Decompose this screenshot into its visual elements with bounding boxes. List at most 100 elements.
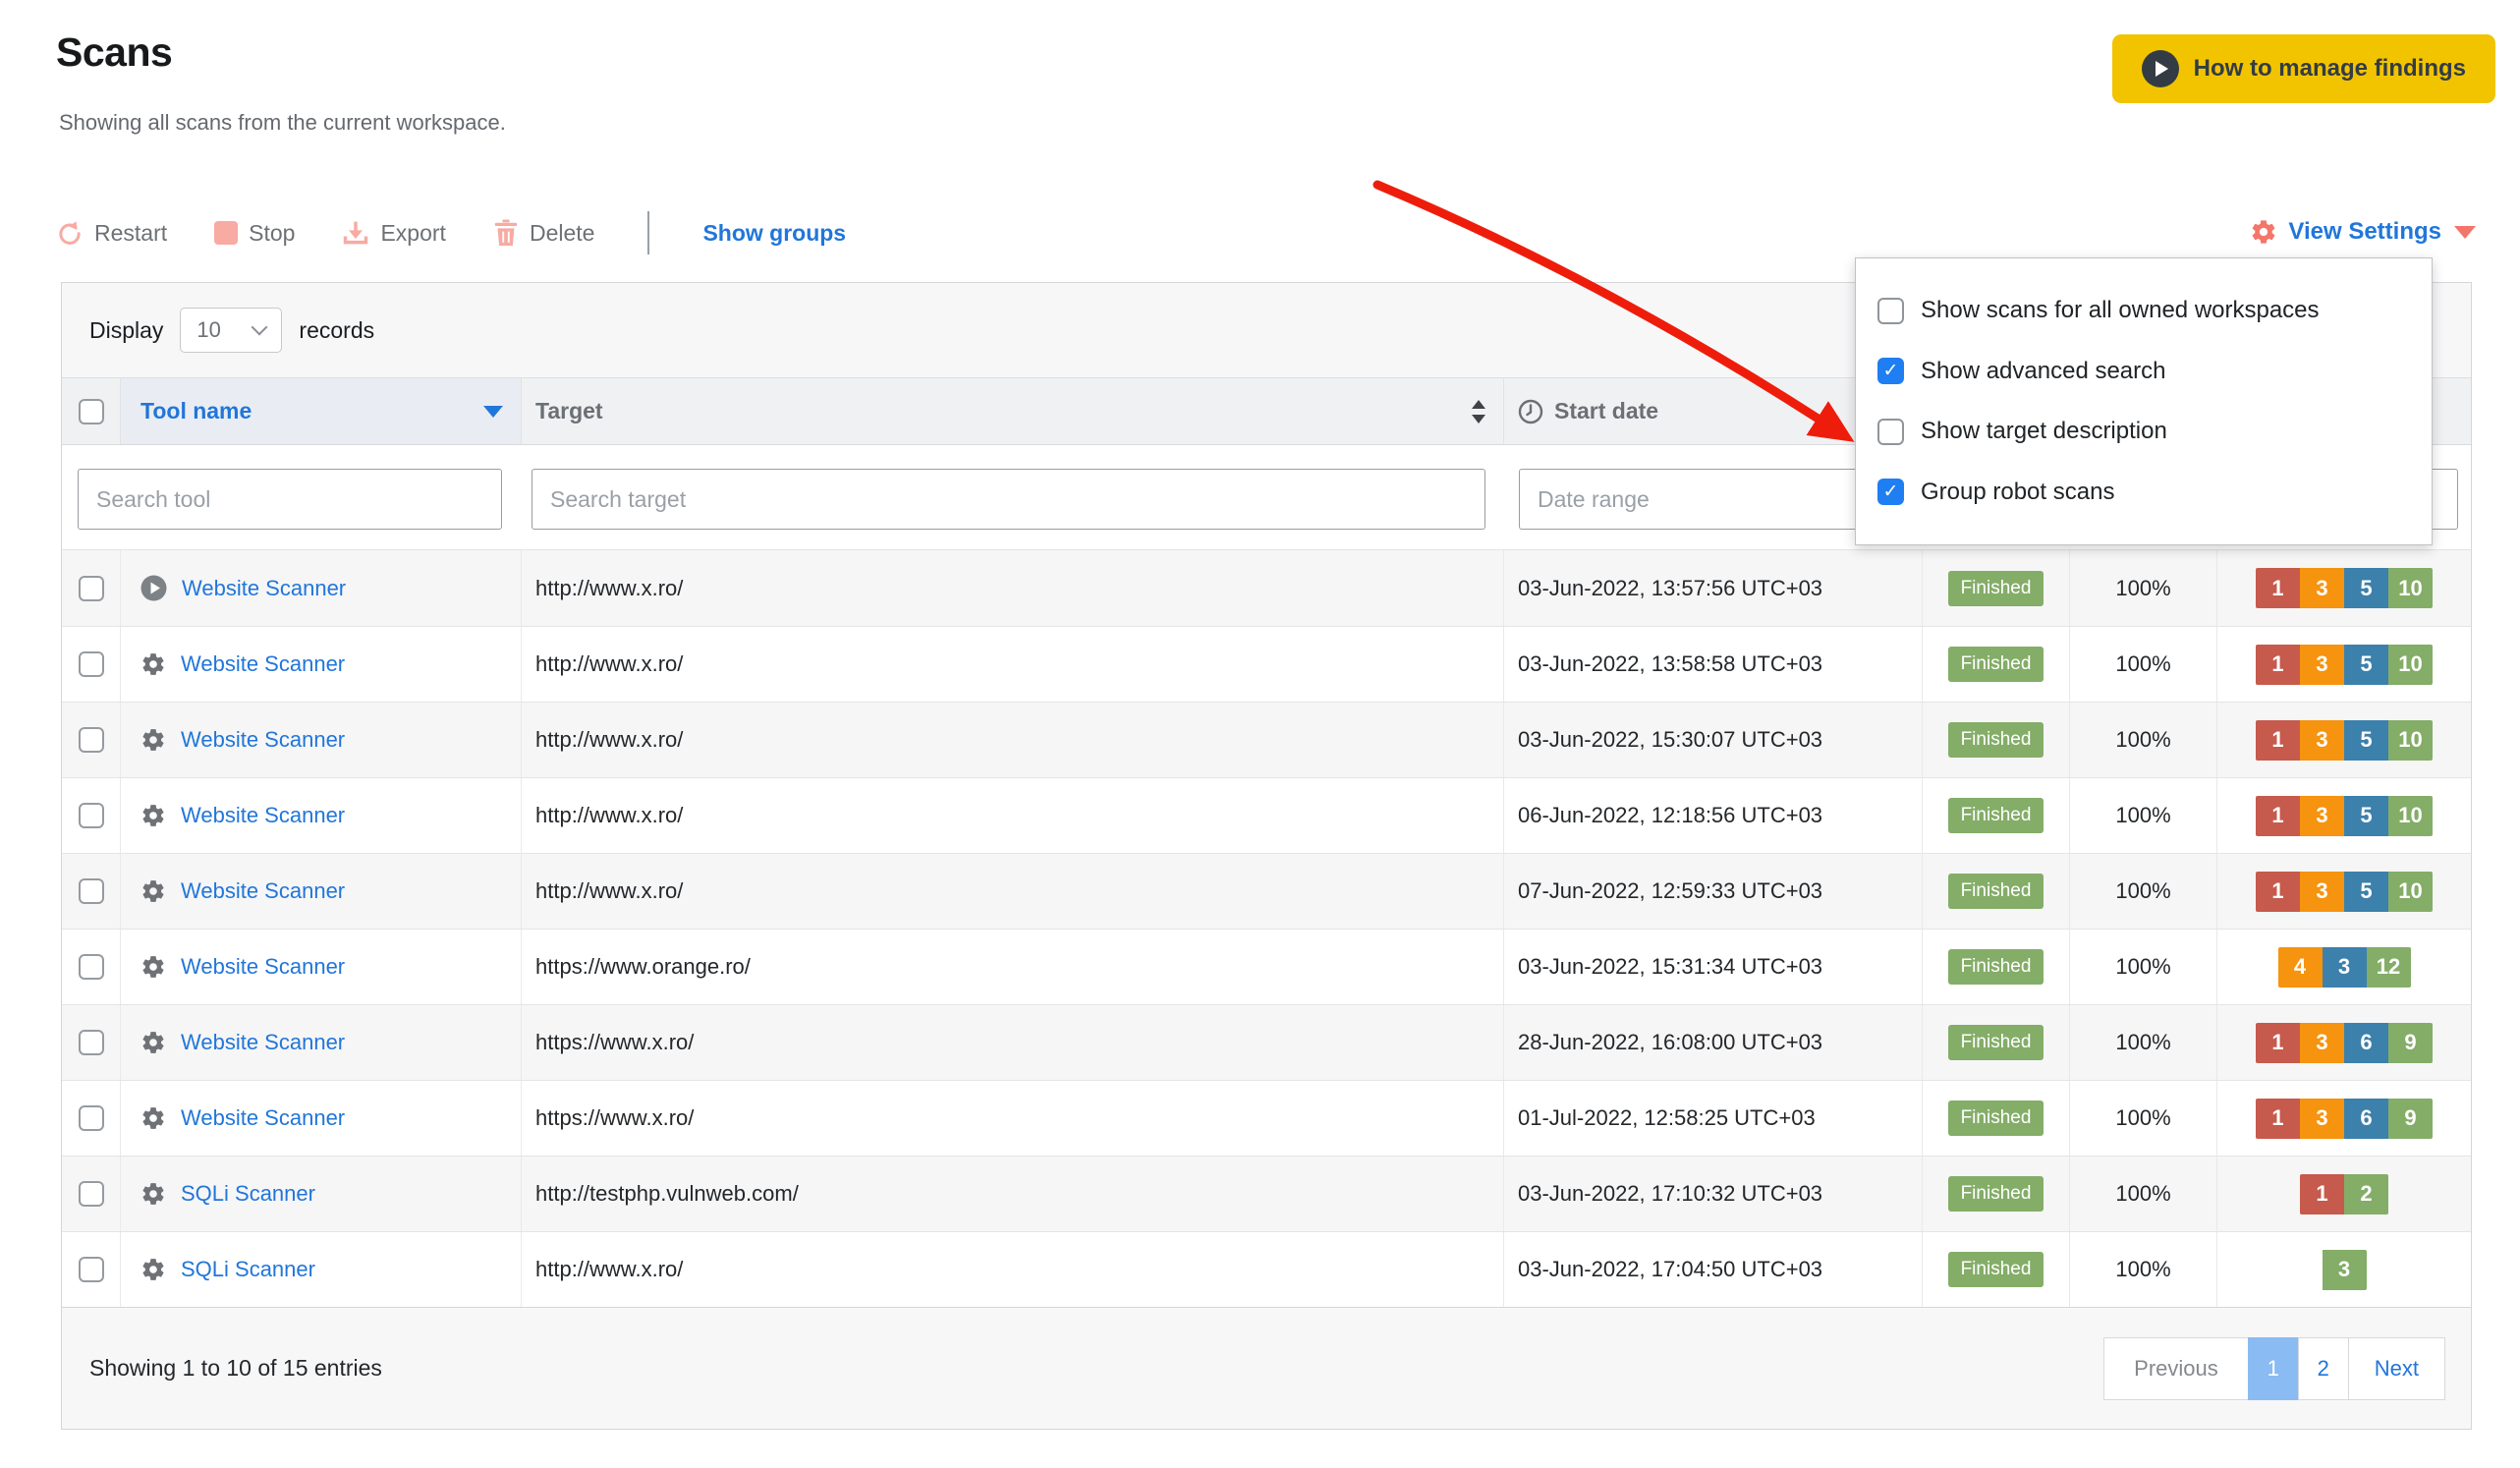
stop-button[interactable]: Stop <box>214 220 295 247</box>
findings-badges[interactable]: 3 <box>2322 1249 2367 1290</box>
pagination-next-button[interactable]: Next <box>2347 1336 2445 1400</box>
findings-badges[interactable]: 1 3 5 10 <box>2256 568 2433 608</box>
row-checkbox[interactable] <box>78 1257 104 1282</box>
tool-name-link[interactable]: Website Scanner <box>181 1030 345 1055</box>
tool-name-link[interactable]: Website Scanner <box>182 576 346 601</box>
select-all-checkbox[interactable] <box>78 398 104 424</box>
start-date-text: 28-Jun-2022, 16:08:00 UTC+03 <box>1518 1030 1823 1054</box>
clock-icon <box>1518 399 1543 423</box>
status-badge: Finished <box>1947 1101 2044 1136</box>
tool-name-link[interactable]: Website Scanner <box>181 803 345 828</box>
how-to-manage-findings-button[interactable]: How to manage findings <box>2111 34 2495 103</box>
play-circle-icon <box>140 575 167 601</box>
tool-name-link[interactable]: Website Scanner <box>181 651 345 677</box>
gear-icon <box>142 956 164 978</box>
findings-badges[interactable]: 12 <box>2300 1173 2388 1214</box>
gear-icon <box>142 1032 164 1053</box>
table-footer: Showing 1 to 10 of 15 entries Previous 1… <box>62 1307 2471 1429</box>
findings-badges[interactable]: 1 3 5 10 <box>2256 644 2433 685</box>
progress-text: 100% <box>2115 1181 2171 1206</box>
pagination-page-button-2[interactable]: 2 <box>2297 1336 2349 1400</box>
column-header-tool-name[interactable]: Tool name <box>121 378 522 444</box>
display-label: Display <box>89 316 164 343</box>
target-text: http://www.x.ro/ <box>535 803 684 827</box>
scans-page: Scans Showing all scans from the current… <box>0 0 2520 1468</box>
view-settings-button[interactable]: View Settings <box>2250 218 2476 246</box>
progress-text: 100% <box>2115 803 2171 827</box>
target-text: http://www.x.ro/ <box>535 727 684 752</box>
play-icon <box>2141 50 2179 87</box>
finding-count-badge-red: 1 <box>2256 871 2300 912</box>
stop-label: Stop <box>249 219 296 246</box>
row-checkbox[interactable] <box>78 727 104 753</box>
sort-both-icon <box>1472 399 1485 423</box>
menu-checkbox[interactable] <box>1877 418 1904 445</box>
findings-badges[interactable]: 1 3 5 10 <box>2256 795 2433 836</box>
findings-badges[interactable]: 1 3 5 10 <box>2256 871 2433 912</box>
table-row: Website Scanner http://www.x.ro/ 06-Jun-… <box>62 777 2471 853</box>
findings-badges[interactable]: 1369 <box>2256 1098 2433 1139</box>
progress-text: 100% <box>2115 1030 2171 1054</box>
progress-text: 100% <box>2115 1257 2171 1281</box>
export-button[interactable]: Export <box>342 219 446 247</box>
finding-count-badge-green: 10 <box>2388 719 2433 761</box>
row-checkbox[interactable] <box>78 1105 104 1131</box>
delete-button[interactable]: Delete <box>493 219 594 247</box>
tool-name-link[interactable]: Website Scanner <box>181 954 345 980</box>
page-size-value: 10 <box>196 317 221 342</box>
menu-checkbox[interactable]: ✓ <box>1877 358 1904 385</box>
row-checkbox[interactable] <box>78 878 104 904</box>
entries-summary: Showing 1 to 10 of 15 entries <box>89 1355 382 1381</box>
view-settings-dropdown: Show scans for all owned workspaces ✓ Sh… <box>1855 257 2433 545</box>
row-checkbox[interactable] <box>78 954 104 980</box>
pagination-page-button-1[interactable]: 1 <box>2247 1336 2299 1400</box>
start-date-header-label: Start date <box>1554 398 1659 423</box>
finding-count-badge-orange: 4 <box>2277 946 2323 988</box>
page-size-select[interactable]: 10 <box>180 308 283 353</box>
progress-text: 100% <box>2115 954 2171 979</box>
menu-checkbox[interactable]: ✓ <box>1877 479 1904 506</box>
chevron-down-icon <box>251 318 268 336</box>
row-checkbox[interactable] <box>78 651 104 677</box>
column-header-target[interactable]: Target <box>522 378 1504 444</box>
view-settings-label: View Settings <box>2288 218 2441 245</box>
tool-name-link[interactable]: Website Scanner <box>181 727 345 753</box>
findings-badges[interactable]: 1369 <box>2256 1022 2433 1063</box>
findings-badges[interactable]: 1 3 5 10 <box>2256 719 2433 761</box>
status-badge: Finished <box>1947 1252 2044 1287</box>
finding-count-badge-blue: 5 <box>2344 719 2388 761</box>
start-date-text: 01-Jul-2022, 12:58:25 UTC+03 <box>1518 1105 1816 1130</box>
tool-name-link[interactable]: Website Scanner <box>181 1105 345 1131</box>
target-text: http://testphp.vulnweb.com/ <box>535 1181 799 1206</box>
findings-badges[interactable]: 4 3 12 <box>2277 946 2411 988</box>
view-settings-menu-item[interactable]: ✓ Group robot scans <box>1856 479 2432 506</box>
show-groups-link[interactable]: Show groups <box>702 220 846 247</box>
start-date-text: 03-Jun-2022, 17:04:50 UTC+03 <box>1518 1257 1823 1281</box>
target-text: https://www.x.ro/ <box>535 1030 695 1054</box>
row-checkbox[interactable] <box>78 1181 104 1207</box>
pagination-previous-button[interactable]: Previous <box>2103 1336 2249 1400</box>
finding-count-badge-red: 1 <box>2256 1098 2300 1139</box>
search-tool-input[interactable] <box>78 469 502 530</box>
row-checkbox[interactable] <box>78 1030 104 1055</box>
tool-name-link[interactable]: Website Scanner <box>181 878 345 904</box>
finding-count-badge-blue: 5 <box>2344 795 2388 836</box>
row-checkbox[interactable] <box>78 803 104 828</box>
menu-checkbox[interactable] <box>1877 297 1904 324</box>
view-settings-menu-item[interactable]: Show scans for all owned workspaces <box>1856 297 2432 324</box>
tool-name-link[interactable]: SQLi Scanner <box>181 1181 315 1207</box>
date-range-input[interactable] <box>1519 469 1908 530</box>
search-target-input[interactable] <box>532 469 1485 530</box>
status-badge: Finished <box>1947 949 2044 985</box>
tool-name-header-label: Tool name <box>140 398 252 423</box>
pagination: Previous 12 Next <box>2103 1336 2445 1400</box>
view-settings-menu-item[interactable]: ✓ Show advanced search <box>1856 358 2432 385</box>
progress-text: 100% <box>2115 1105 2171 1130</box>
view-settings-menu-item[interactable]: Show target description <box>1856 418 2432 445</box>
finding-count-badge-red: 1 <box>2300 1173 2344 1214</box>
tool-name-link[interactable]: SQLi Scanner <box>181 1257 315 1282</box>
target-text: https://www.orange.ro/ <box>535 954 751 979</box>
restart-button[interactable]: Restart <box>56 219 167 247</box>
status-badge: Finished <box>1947 1176 2044 1212</box>
row-checkbox[interactable] <box>78 575 104 601</box>
